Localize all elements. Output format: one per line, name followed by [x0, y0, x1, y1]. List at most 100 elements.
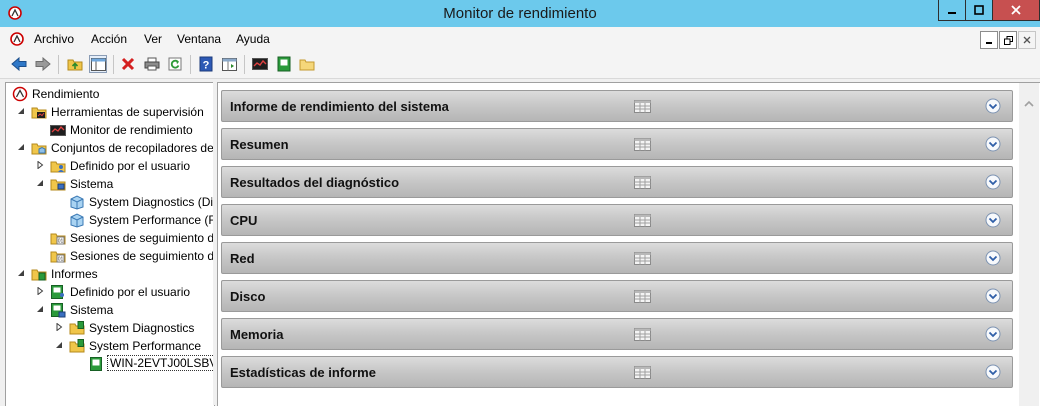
trace-folder-icon: 01 — [50, 248, 66, 264]
table-view-icon[interactable] — [634, 328, 651, 344]
report-section-header[interactable]: Informe de rendimiento del sistema — [221, 90, 1013, 122]
expanded-arrow-icon[interactable] — [36, 179, 44, 187]
report-section-header[interactable]: Resultados del diagnóstico — [221, 166, 1013, 198]
tree-item-label: System Diagnostics — [89, 321, 195, 335]
section-title: Memoria — [230, 327, 284, 342]
expanded-arrow-icon[interactable] — [17, 269, 25, 277]
system-report-icon — [50, 302, 66, 318]
expand-section-icon[interactable] — [985, 364, 1001, 380]
tree-item-label: Conjuntos de recopiladores de — [51, 141, 214, 155]
vertical-scrollbar[interactable] — [1019, 83, 1039, 406]
toolbar-separator — [58, 55, 59, 74]
scroll-up-icon[interactable] — [1024, 96, 1034, 110]
tree-item-label: System Performance — [89, 339, 202, 353]
mdi-restore-button[interactable] — [999, 31, 1017, 49]
tree-item-label: Rendimiento — [32, 87, 100, 101]
menu-ventana[interactable]: Ventana — [177, 32, 221, 46]
menu-ayuda[interactable]: Ayuda — [236, 32, 270, 46]
report-section-header[interactable]: Red — [221, 242, 1013, 274]
table-view-icon[interactable] — [634, 100, 651, 116]
section-title: Disco — [230, 289, 266, 304]
mdi-close-button[interactable] — [1018, 31, 1036, 49]
toolbar-separator — [113, 55, 114, 74]
report-pane: Informe de rendimiento del sistema Resume… — [217, 82, 1040, 406]
expand-section-icon[interactable] — [985, 98, 1001, 114]
report-section-header[interactable]: Disco — [221, 280, 1013, 312]
maximize-button[interactable] — [965, 0, 993, 21]
expand-section-icon[interactable] — [985, 288, 1001, 304]
expand-section-icon[interactable] — [985, 136, 1001, 152]
report-folder-icon — [69, 338, 85, 354]
graph-icon — [50, 122, 66, 138]
collapsed-arrow-icon[interactable] — [36, 160, 44, 170]
tree-item-label: Sistema — [70, 177, 114, 191]
system-folder-icon — [50, 176, 66, 192]
show-hide-tree-icon[interactable] — [89, 55, 107, 73]
user-report-icon — [50, 284, 66, 300]
properties-icon[interactable] — [220, 55, 238, 73]
report-folder-icon — [69, 320, 85, 336]
collapsed-arrow-icon[interactable] — [55, 322, 63, 332]
svg-text:01: 01 — [58, 257, 64, 263]
minimize-icon — [986, 42, 992, 44]
report-section-header[interactable]: Memoria — [221, 318, 1013, 350]
table-view-icon[interactable] — [634, 214, 651, 230]
perfmon-menu-icon[interactable] — [10, 32, 24, 49]
tree-item-label: Herramientas de supervisión — [51, 105, 204, 119]
close-icon — [1023, 36, 1031, 44]
svg-text:?: ? — [203, 60, 210, 72]
delete-icon[interactable] — [119, 55, 137, 73]
report-section-header[interactable]: CPU — [221, 204, 1013, 236]
close-button[interactable] — [992, 0, 1040, 21]
report-section-header[interactable]: Resumen — [221, 128, 1013, 160]
section-title: Resultados del diagnóstico — [230, 175, 400, 190]
section-title: CPU — [230, 213, 258, 228]
expanded-arrow-icon[interactable] — [17, 143, 25, 151]
table-view-icon[interactable] — [634, 366, 651, 382]
folder-icon[interactable] — [298, 55, 316, 73]
data-collector-icon — [69, 194, 85, 210]
expand-section-icon[interactable] — [985, 212, 1001, 228]
menu-archivo[interactable]: Archivo — [34, 32, 74, 46]
expanded-arrow-icon[interactable] — [17, 107, 25, 115]
forward-icon[interactable] — [34, 55, 52, 73]
mdi-minimize-button[interactable] — [980, 31, 998, 49]
expanded-arrow-icon[interactable] — [55, 341, 63, 349]
tree-item-label: Sesiones de seguimiento d — [70, 249, 215, 263]
collapsed-arrow-icon[interactable] — [36, 286, 44, 296]
section-title: Estadísticas de informe — [230, 365, 376, 380]
report-section-header[interactable]: Estadísticas de informe — [221, 356, 1013, 388]
expand-section-icon[interactable] — [985, 250, 1001, 266]
print-icon[interactable] — [143, 55, 161, 73]
console-tree[interactable]: Rendimiento Herramientas de supervisión Mo… — [5, 82, 215, 406]
tree-item-label: System Diagnostics (Di — [89, 195, 214, 209]
report-icon[interactable] — [275, 55, 293, 73]
table-view-icon[interactable] — [634, 176, 651, 192]
table-view-icon[interactable] — [634, 252, 651, 268]
tree-item-label: Monitor de rendimiento — [70, 123, 193, 137]
toolbar-separator — [190, 55, 191, 74]
table-view-icon[interactable] — [634, 290, 651, 306]
tools-folder-icon — [31, 104, 47, 120]
minimize-button[interactable] — [938, 0, 966, 21]
user-folder-icon — [50, 158, 66, 174]
help-icon[interactable]: ? — [197, 55, 215, 73]
tree-item-label: Definido por el usuario — [70, 159, 191, 173]
up-folder-icon[interactable] — [66, 55, 84, 73]
title-bar[interactable]: Monitor de rendimiento — [0, 0, 1040, 27]
minimize-icon — [948, 12, 956, 14]
window-title: Monitor de rendimiento — [443, 5, 597, 22]
tree-item-label: Informes — [51, 267, 98, 281]
back-icon[interactable] — [10, 55, 28, 73]
menu-ver[interactable]: Ver — [144, 32, 162, 46]
restore-icon — [1003, 35, 1013, 45]
menu-accion[interactable]: Acción — [91, 32, 127, 46]
tree-item-label: System Performance (F — [89, 213, 215, 227]
table-view-icon[interactable] — [634, 138, 651, 154]
menu-bar: Archivo Acción Ver Ventana Ayuda — [0, 27, 1040, 51]
expand-section-icon[interactable] — [985, 326, 1001, 342]
refresh-icon[interactable] — [166, 55, 184, 73]
expand-section-icon[interactable] — [985, 174, 1001, 190]
expanded-arrow-icon[interactable] — [36, 305, 44, 313]
monitor-icon[interactable] — [251, 55, 269, 73]
